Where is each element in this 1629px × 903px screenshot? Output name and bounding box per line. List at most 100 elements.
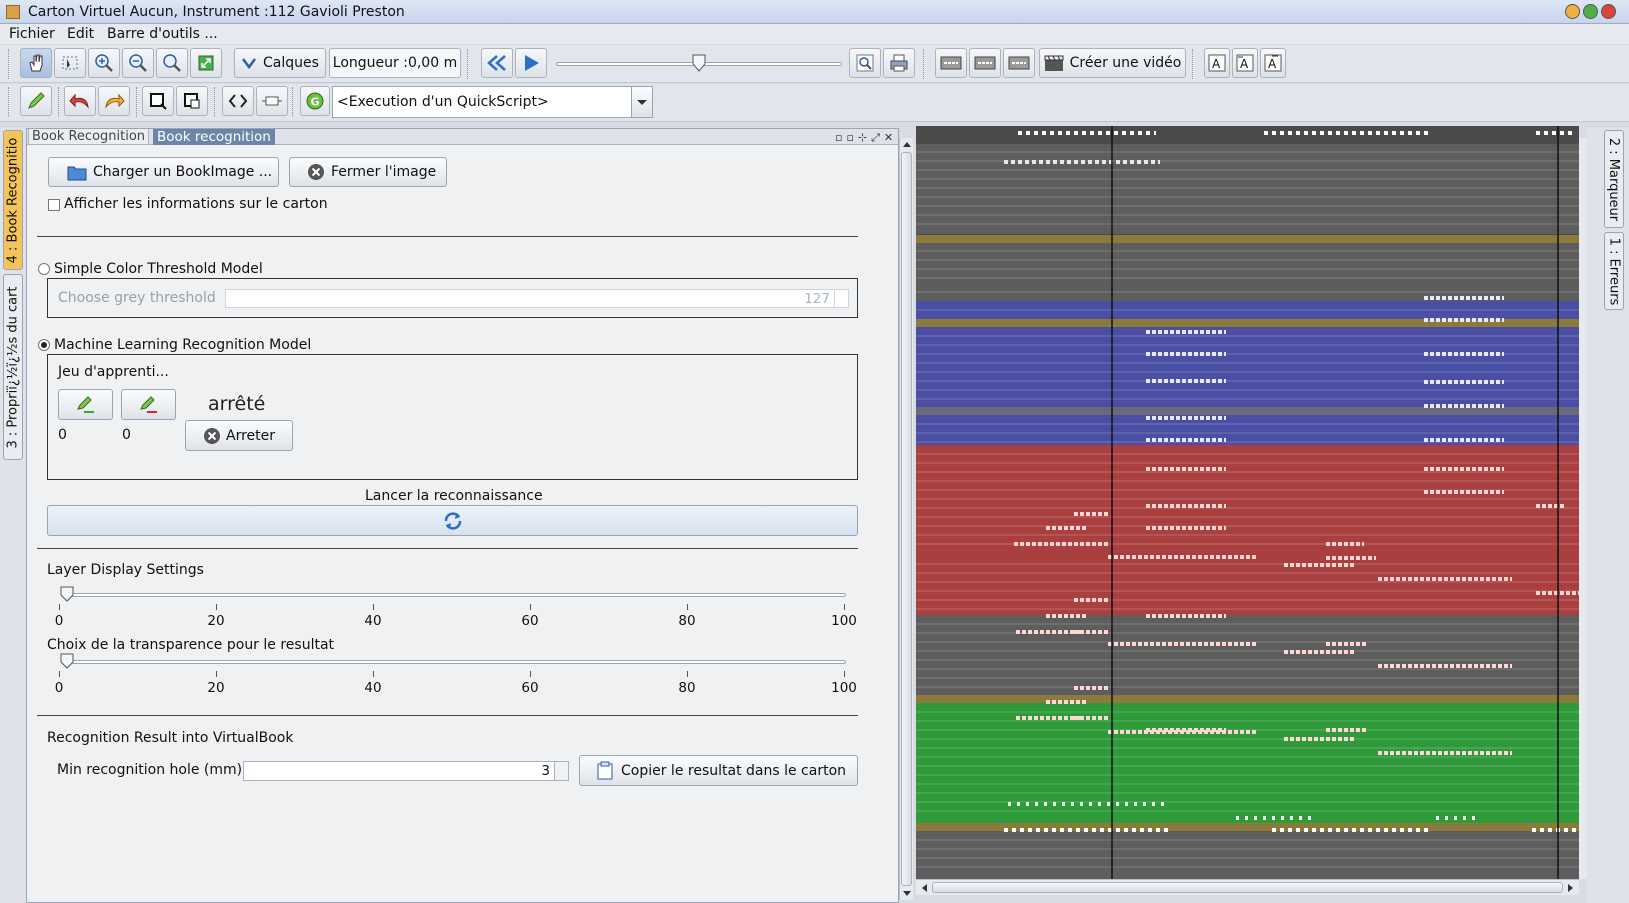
stretch-icon[interactable] [256, 86, 288, 116]
show-info-checkbox[interactable] [48, 199, 60, 211]
minimize-icon[interactable] [1565, 4, 1580, 19]
chevron-up-icon[interactable] [902, 140, 912, 148]
layer-display-label: Layer Display Settings [47, 562, 204, 578]
grey-threshold-label: Choose grey threshold [58, 290, 216, 306]
pencil-icon[interactable] [20, 86, 52, 116]
window-title: Carton Virtuel Aucun, Instrument :112 Ga… [28, 4, 405, 20]
redo-icon[interactable] [98, 86, 130, 116]
right-tab-strip: 2 : Marqueur 1 : Erreurs [1587, 128, 1629, 903]
tab-marqueur[interactable]: 2 : Marqueur [1604, 130, 1624, 228]
svg-text:A: A [1240, 57, 1249, 71]
status-text: arrêté [208, 393, 266, 415]
maximize-icon[interactable] [1583, 4, 1598, 19]
chevron-right-icon[interactable] [1567, 883, 1575, 893]
copy-result-button[interactable]: Copier le resultat dans le carton [579, 755, 858, 786]
close-image-label: Fermer l'image [331, 164, 437, 180]
ml-model-radio[interactable] [38, 339, 50, 351]
ml-model-box: Jeu d'apprenti... arrêté 0 0 Arreter [47, 354, 858, 480]
divider [37, 715, 858, 716]
create-video-button[interactable]: Créer une vidéo [1039, 48, 1186, 78]
grey-threshold-spinner[interactable]: 127 [225, 289, 849, 308]
code-icon[interactable] [222, 86, 254, 116]
viewer-vertical-scrollbar[interactable] [1579, 138, 1587, 879]
hand-tool-icon[interactable] [20, 48, 52, 78]
rewind-icon[interactable] [481, 48, 513, 78]
slider-tick-label: 100 [831, 680, 857, 696]
track-view-1-icon[interactable] [935, 48, 967, 78]
negative-count: 0 [122, 427, 131, 443]
slider-tick [59, 604, 60, 610]
viewer-horizontal-scrollbar[interactable] [916, 879, 1579, 895]
pencil-green-icon [76, 395, 94, 413]
slider-tick [59, 671, 60, 677]
scrollbar-thumb[interactable] [932, 882, 1563, 893]
train-negative-button[interactable] [121, 389, 176, 420]
fullscreen-icon[interactable] [190, 48, 222, 78]
tab-book-recognition-inactive[interactable]: Book Recognition [28, 129, 150, 145]
transparency-slider-thumb[interactable] [60, 653, 74, 669]
tab-book-recognition[interactable]: 4 : Book Recognitio [3, 130, 23, 270]
spinner-arrows-icon[interactable] [554, 762, 568, 780]
quickscript-select[interactable]: <Execution d'un QuickScript> [332, 86, 653, 118]
text-font-icon[interactable]: A [1204, 48, 1230, 78]
calques-button[interactable]: Calques [234, 48, 326, 78]
copy-icon [597, 761, 613, 779]
transparency-slider[interactable] [64, 660, 846, 664]
min-hole-spinner[interactable]: 3 [243, 761, 569, 781]
panel-window-controls[interactable]: ▫▫⊹⤢✕ [835, 131, 895, 144]
zoom-fit-icon[interactable] [156, 48, 188, 78]
menu-edit[interactable]: Edit [67, 26, 94, 42]
close-icon[interactable] [1601, 4, 1616, 19]
slider-tick-label: 20 [207, 680, 225, 696]
select-tool-icon[interactable] [54, 48, 86, 78]
slider-tick [216, 671, 217, 677]
train-positive-button[interactable] [58, 389, 113, 420]
app-icon [6, 5, 20, 19]
print-icon[interactable] [883, 48, 915, 78]
launch-recognition-button[interactable] [47, 505, 858, 536]
simple-model-radio[interactable] [38, 263, 50, 275]
slider-tick-label: 40 [364, 680, 382, 696]
tab-properties[interactable]: 3 : Propriï¿½ï¿½s du cart [3, 274, 23, 460]
layer-display-slider-thumb[interactable] [60, 586, 74, 602]
slider-tick-label: 20 [207, 613, 225, 629]
result-section-label: Recognition Result into VirtualBook [47, 730, 294, 746]
chevron-down-icon[interactable] [631, 86, 653, 118]
play-icon[interactable] [515, 48, 547, 78]
close-image-button[interactable]: Fermer l'image [289, 157, 447, 187]
slider-tick [216, 604, 217, 610]
clapperboard-icon [1044, 55, 1064, 71]
book-image-viewer[interactable] [916, 126, 1579, 879]
tab-erreurs[interactable]: 1 : Erreurs [1604, 232, 1624, 310]
rectangle-copy-icon[interactable] [176, 86, 208, 116]
script-run-icon[interactable]: G [300, 86, 330, 116]
panel-scrollbar[interactable] [899, 138, 913, 900]
load-bookimage-button[interactable]: Charger un BookImage ... [48, 157, 279, 187]
tab-book-recognition-label: 4 : Book Recognitio [5, 137, 21, 263]
close-circle-icon [204, 427, 220, 444]
text-format-icon[interactable]: A [1260, 48, 1286, 78]
layer-display-slider[interactable] [64, 593, 846, 597]
stop-button[interactable]: Arreter [185, 420, 293, 451]
spinner-arrows-icon[interactable] [834, 290, 848, 307]
undo-icon[interactable] [64, 86, 96, 116]
chevron-down-icon[interactable] [902, 890, 912, 898]
text-rotate-icon[interactable]: A [1232, 48, 1258, 78]
chevron-left-icon[interactable] [920, 883, 928, 893]
slider-tick [844, 604, 845, 610]
rectangle-select-icon[interactable] [142, 86, 174, 116]
tab-book-recognition-active[interactable]: Book recognition [153, 129, 275, 145]
search-icon[interactable] [849, 48, 881, 78]
slider-tick-label: 60 [521, 613, 539, 629]
menu-fichier[interactable]: Fichier [9, 26, 55, 42]
zoom-in-icon[interactable] [88, 48, 120, 78]
zoom-out-icon[interactable] [122, 48, 154, 78]
playback-slider-thumb[interactable] [692, 54, 706, 72]
track-view-3-icon[interactable] [1003, 48, 1035, 78]
menu-barre-outils[interactable]: Barre d'outils ... [107, 26, 218, 42]
scrollbar-thumb[interactable] [901, 152, 912, 886]
book-image-canvas [916, 126, 1579, 879]
slider-tick-label: 0 [54, 680, 64, 696]
track-view-2-icon[interactable] [969, 48, 1001, 78]
slider-tick-label: 40 [364, 613, 382, 629]
